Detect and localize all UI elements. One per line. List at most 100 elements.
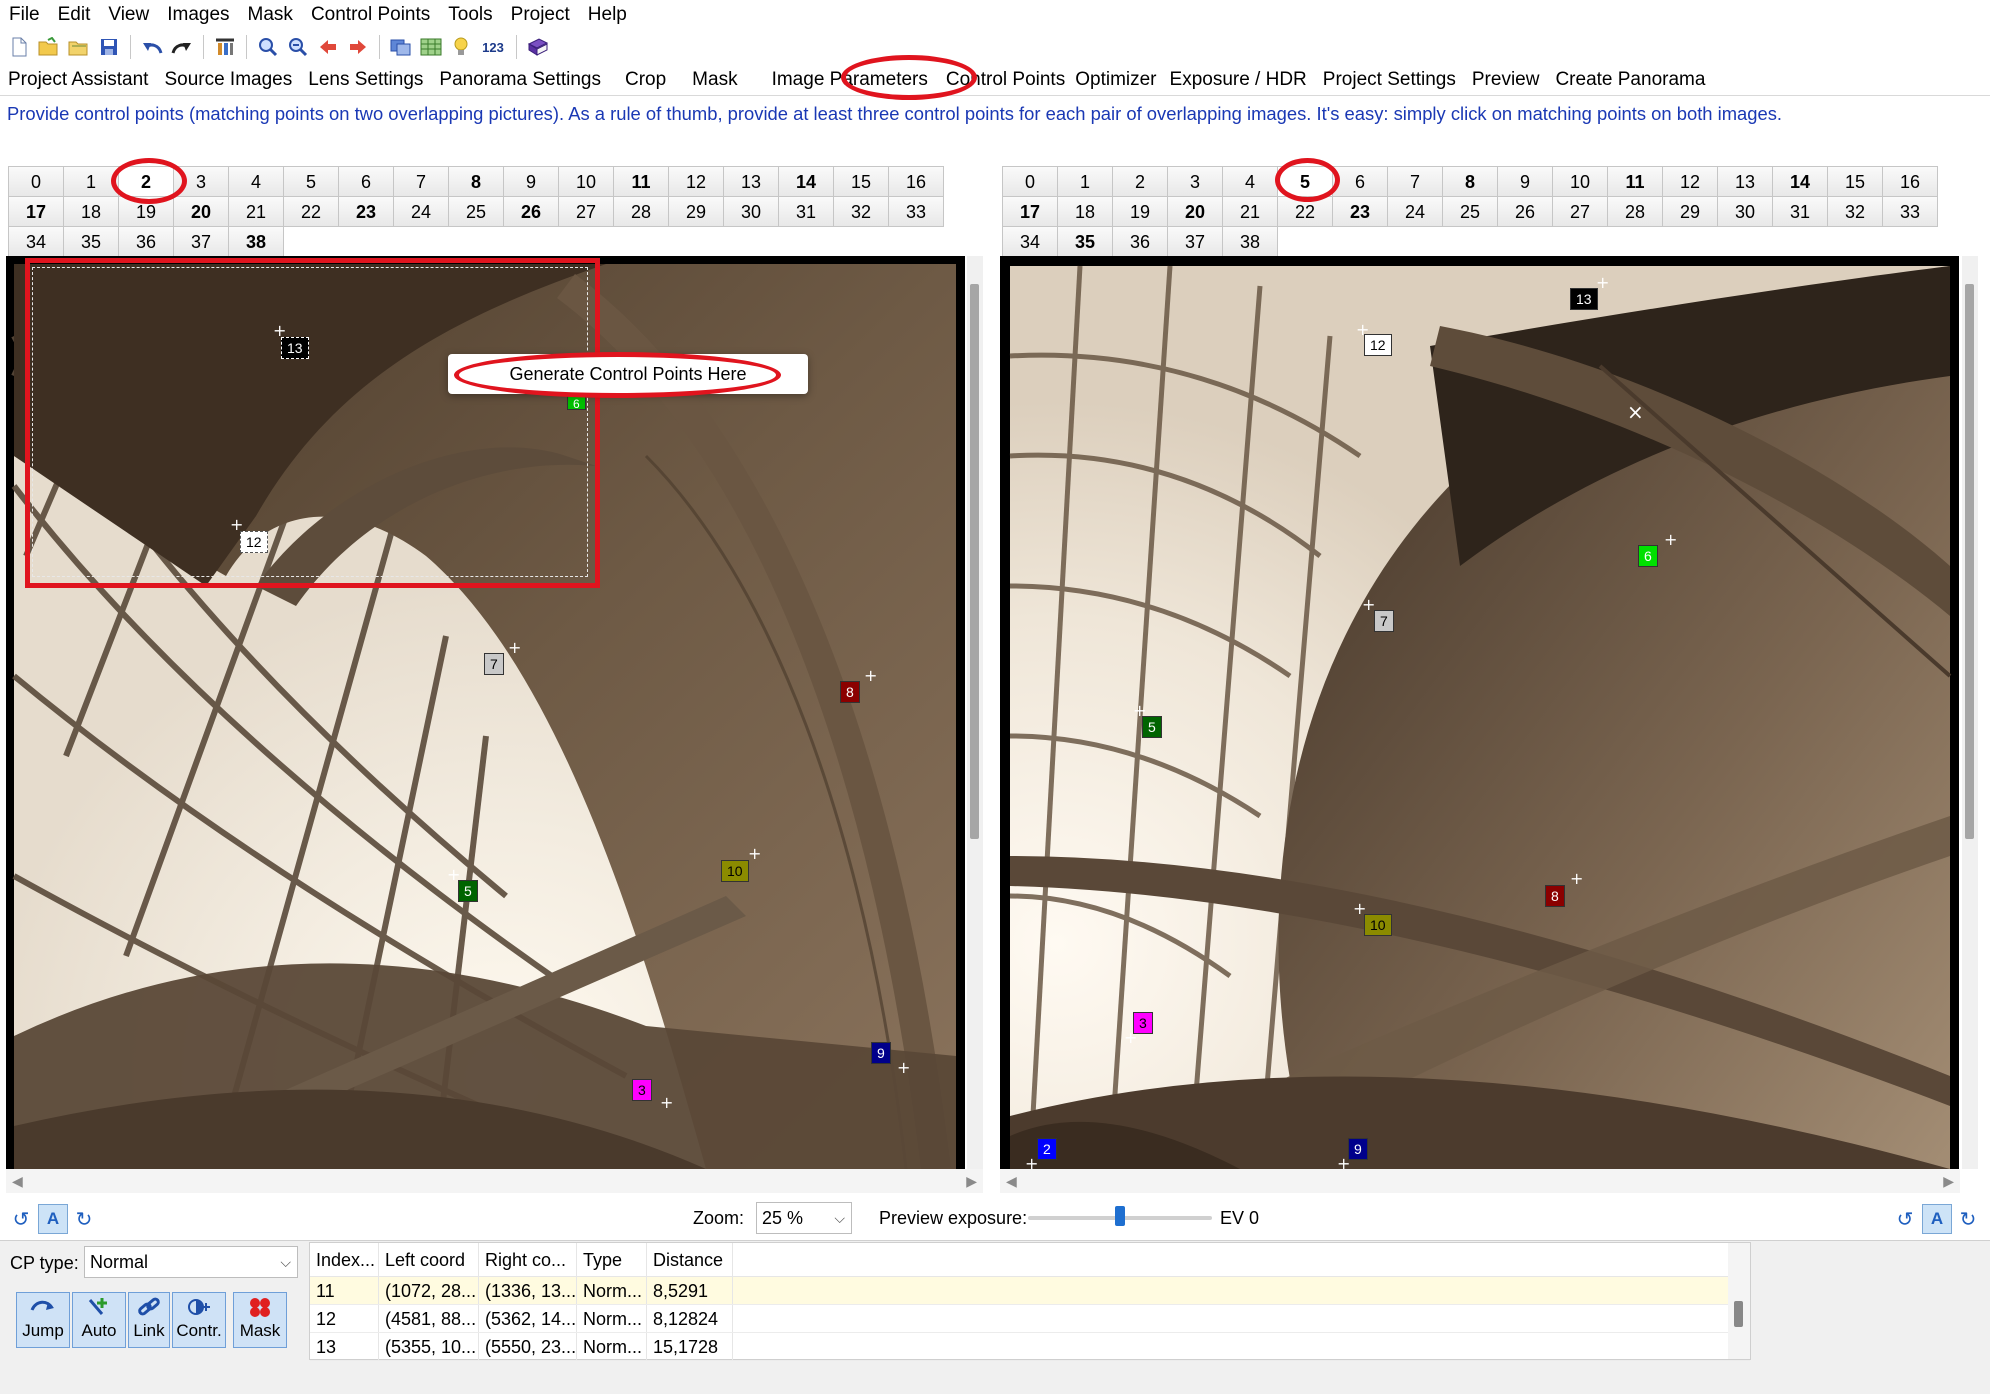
redo-icon[interactable] [167, 33, 197, 61]
column-index[interactable]: Index... [310, 1243, 379, 1276]
save-icon[interactable] [94, 33, 124, 61]
contrast-button[interactable]: Contr. [172, 1292, 226, 1348]
left-image-button-13[interactable]: 13 [724, 167, 779, 197]
right-image-button-24[interactable]: 24 [1388, 197, 1443, 227]
cp-type-select[interactable]: Normal ⌵ [84, 1246, 298, 1278]
left-image-button-2[interactable]: 2 [119, 167, 174, 197]
right-image-button-38[interactable]: 38 [1223, 227, 1278, 257]
generate-control-points-menu-item[interactable]: Generate Control Points Here [509, 364, 746, 384]
left-cp-3[interactable]: 3 [632, 1079, 652, 1101]
menu-file[interactable]: File [0, 0, 49, 30]
tab-source-images[interactable]: Source Images [156, 63, 300, 95]
left-image-button-28[interactable]: 28 [614, 197, 669, 227]
right-horizontal-scrollbar[interactable]: ◀ ▶ [1000, 1169, 1960, 1193]
number-icon[interactable]: 123 [476, 33, 510, 61]
right-cp-6[interactable]: 6 [1638, 545, 1658, 567]
right-image-button-27[interactable]: 27 [1553, 197, 1608, 227]
exposure-slider-thumb[interactable] [1115, 1206, 1125, 1226]
left-cp-9[interactable]: 9 [871, 1042, 891, 1064]
right-image-button-5[interactable]: 5 [1278, 167, 1333, 197]
left-image-button-24[interactable]: 24 [394, 197, 449, 227]
menu-project[interactable]: Project [502, 0, 579, 30]
tab-image-parameters[interactable]: Image Parameters [754, 63, 936, 95]
menu-edit[interactable]: Edit [49, 0, 100, 30]
left-image-button-4[interactable]: 4 [229, 167, 284, 197]
left-image-button-9[interactable]: 9 [504, 167, 559, 197]
left-image-button-16[interactable]: 16 [889, 167, 944, 197]
left-image-button-37[interactable]: 37 [174, 227, 229, 257]
left-image-button-10[interactable]: 10 [559, 167, 614, 197]
right-cp-13[interactable]: 13 [1570, 288, 1598, 310]
left-image-button-29[interactable]: 29 [669, 197, 724, 227]
right-image-button-36[interactable]: 36 [1113, 227, 1168, 257]
right-cp-2[interactable]: 2 [1037, 1138, 1057, 1160]
left-image-button-23[interactable]: 23 [339, 197, 394, 227]
right-vertical-scrollbar[interactable] [1962, 256, 1978, 1169]
right-image-button-34[interactable]: 34 [1003, 227, 1058, 257]
table-row[interactable]: 13 (5355, 10... (5550, 23... Norm... 15,… [310, 1333, 1750, 1361]
right-image-button-7[interactable]: 7 [1388, 167, 1443, 197]
left-image-button-21[interactable]: 21 [229, 197, 284, 227]
right-image-button-25[interactable]: 25 [1443, 197, 1498, 227]
left-image-button-31[interactable]: 31 [779, 197, 834, 227]
assistant-icon[interactable] [210, 33, 240, 61]
rotate-right-icon[interactable]: ↻ [1954, 1205, 1982, 1233]
left-horizontal-scrollbar[interactable]: ◀ ▶ [6, 1169, 983, 1193]
scroll-left-icon[interactable]: ◀ [1006, 1173, 1017, 1190]
zoom-in-icon[interactable] [253, 33, 283, 61]
left-image-button-32[interactable]: 32 [834, 197, 889, 227]
left-image-button-22[interactable]: 22 [284, 197, 339, 227]
tab-panorama-settings[interactable]: Panorama Settings [431, 63, 609, 95]
tab-optimizer[interactable]: Optimizer [1075, 63, 1161, 95]
left-image-button-27[interactable]: 27 [559, 197, 614, 227]
right-image-button-35[interactable]: 35 [1058, 227, 1113, 257]
left-image-button-19[interactable]: 19 [119, 197, 174, 227]
right-cp-7[interactable]: 7 [1374, 610, 1394, 632]
rotate-left-icon[interactable]: ↺ [1891, 1205, 1919, 1233]
left-image-button-1[interactable]: 1 [64, 167, 119, 197]
table-icon[interactable] [416, 33, 446, 61]
right-image-button-8[interactable]: 8 [1443, 167, 1498, 197]
tab-preview[interactable]: Preview [1464, 63, 1548, 95]
menu-tools[interactable]: Tools [439, 0, 501, 30]
right-image-button-10[interactable]: 10 [1553, 167, 1608, 197]
column-left-coord[interactable]: Left coord [379, 1243, 479, 1276]
left-cp-13[interactable]: 13 [281, 337, 309, 359]
left-image-button-5[interactable]: 5 [284, 167, 339, 197]
menu-control-points[interactable]: Control Points [302, 0, 439, 30]
left-image-button-30[interactable]: 30 [724, 197, 779, 227]
right-image-button-22[interactable]: 22 [1278, 197, 1333, 227]
right-image-button-16[interactable]: 16 [1883, 167, 1938, 197]
scroll-right-icon[interactable]: ▶ [966, 1173, 977, 1190]
right-image-button-12[interactable]: 12 [1663, 167, 1718, 197]
link-button[interactable]: Link [128, 1292, 170, 1348]
zoom-out-icon[interactable] [283, 33, 313, 61]
right-image-button-14[interactable]: 14 [1773, 167, 1828, 197]
control-points-table[interactable]: Index... Left coord Right co... Type Dis… [309, 1242, 1751, 1361]
left-image-button-17[interactable]: 17 [9, 197, 64, 227]
book-icon[interactable] [523, 33, 553, 61]
next-icon[interactable] [343, 33, 373, 61]
left-image-button-18[interactable]: 18 [64, 197, 119, 227]
tab-mask[interactable]: Mask [682, 63, 753, 95]
tab-project-settings[interactable]: Project Settings [1315, 63, 1464, 95]
left-image-button-34[interactable]: 34 [9, 227, 64, 257]
tab-lens-settings[interactable]: Lens Settings [300, 63, 431, 95]
tab-create-panorama[interactable]: Create Panorama [1547, 63, 1713, 95]
table-row[interactable]: 12 (4581, 88... (5362, 14... Norm... 8,1… [310, 1305, 1750, 1333]
left-image-button-11[interactable]: 11 [614, 167, 669, 197]
scroll-right-icon[interactable]: ▶ [1943, 1173, 1954, 1190]
right-image-button-15[interactable]: 15 [1828, 167, 1883, 197]
rotate-left-icon[interactable]: ↺ [7, 1205, 35, 1233]
right-image-button-29[interactable]: 29 [1663, 197, 1718, 227]
previous-icon[interactable] [313, 33, 343, 61]
left-image-button-0[interactable]: 0 [9, 167, 64, 197]
right-cp-10[interactable]: 10 [1364, 914, 1392, 936]
left-cp-5[interactable]: 5 [458, 880, 478, 902]
right-image-button-32[interactable]: 32 [1828, 197, 1883, 227]
menu-mask[interactable]: Mask [239, 0, 302, 30]
right-image-button-21[interactable]: 21 [1223, 197, 1278, 227]
right-image-button-23[interactable]: 23 [1333, 197, 1388, 227]
right-image-button-20[interactable]: 20 [1168, 197, 1223, 227]
left-image-button-36[interactable]: 36 [119, 227, 174, 257]
